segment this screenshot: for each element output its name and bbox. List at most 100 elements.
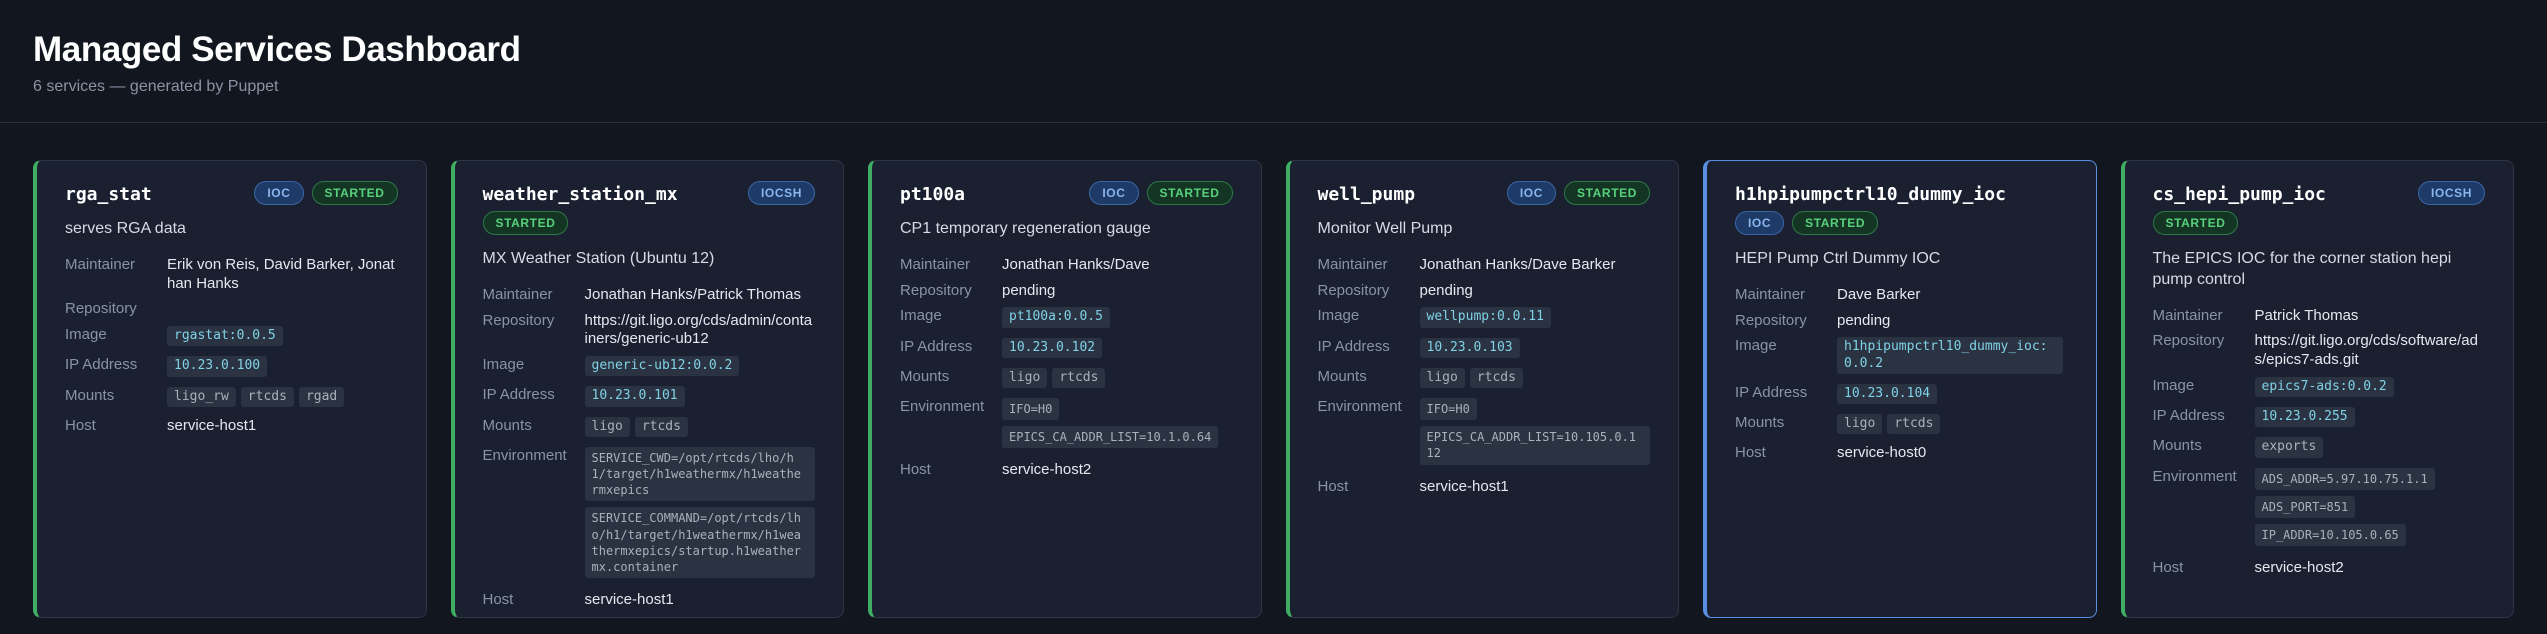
mounts-label: Mounts	[1317, 367, 1367, 385]
image-label: Image	[65, 326, 107, 344]
mount-chip: ligo_rw	[167, 386, 236, 407]
mounts-value: ligo rtcds	[1002, 367, 1233, 391]
host-row: Host service-host2	[900, 461, 1233, 480]
host-row: Host service-host0	[1735, 444, 2068, 463]
host-label: Host	[1317, 477, 1349, 495]
ip-label: IP Address	[2152, 407, 2225, 425]
ip-row: IP Address 10.23.0.255	[2153, 407, 2486, 430]
repository-link[interactable]: pending	[1420, 282, 1473, 299]
type-badge: IOC	[1735, 211, 1785, 235]
mounts-label: Mounts	[482, 416, 532, 434]
repository-link[interactable]: https://git.ligo.org/cds/software/ads/ep…	[2255, 332, 2478, 368]
service-description: HEPI Pump Ctrl Dummy IOC	[1735, 250, 1941, 267]
page-subtitle: 6 services — generated by Puppet	[33, 78, 279, 95]
maintainer-value: Patrick Thomas	[2255, 307, 2486, 326]
env-chip: EPICS_CA_ADDR_LIST=10.105.0.112	[1419, 426, 1650, 465]
ip-value: 10.23.0.104	[1837, 383, 2068, 407]
mounts-value: ligo rtcds	[584, 416, 816, 440]
image-value: h1hpipumpctrl10_dummy_ioc:0.0.2	[1837, 337, 2068, 377]
service-grid: rga_stat IOC STARTED serves RGA data Main…	[0, 123, 2547, 618]
image-chip: h1hpipumpctrl10_dummy_ioc:0.0.2	[1837, 337, 2063, 374]
mounts-row: Mounts ligo rtcds	[1735, 414, 2068, 437]
maintainer-value: Jonathan Hanks/Dave	[1002, 256, 1233, 275]
page-header: Managed Services Dashboard 6 services — …	[0, 0, 2547, 96]
repository-label: Repository	[900, 281, 972, 299]
service-description: serves RGA data	[65, 220, 186, 237]
mounts-value: ligo rtcds	[1419, 367, 1651, 391]
host-value: service-host1	[167, 417, 398, 436]
service-name: pt100a	[900, 184, 966, 205]
image-label: Image	[2152, 376, 2195, 394]
env-chip: EPICS_CA_ADDR_LIST=10.1.0.64	[1002, 426, 1219, 449]
environment-label: Environment	[482, 446, 567, 464]
mount-chip: rtcds	[1052, 367, 1106, 389]
image-row: Image generic-ub12:0.0.2	[483, 356, 816, 379]
image-value: pt100a:0.0.5	[1002, 307, 1233, 330]
image-row: Image rgastat:0.0.5	[65, 326, 398, 349]
maintainer-label: Maintainer	[1735, 285, 1806, 303]
image-label: Image	[1317, 307, 1360, 325]
image-chip: generic-ub12:0.0.2	[584, 356, 740, 377]
environment-label: Environment	[900, 398, 985, 416]
repository-label: Repository	[482, 311, 555, 329]
env-chip: ADS_PORT=851	[2254, 495, 2356, 518]
mount-chip: ligo	[1837, 414, 1883, 435]
maintainer-row: Maintainer Patrick Thomas	[2153, 307, 2486, 326]
host-label: Host	[1735, 444, 1766, 462]
service-description: The EPICS IOC for the corner station hep…	[2152, 250, 2452, 288]
ip-chip: 10.23.0.255	[2254, 407, 2355, 428]
host-row: Host service-host1	[483, 591, 816, 610]
ip-chip: 10.23.0.104	[1837, 383, 1938, 405]
ip-label: IP Address	[1317, 337, 1390, 355]
repository-label: Repository	[2152, 332, 2225, 350]
repository-row: Repository pending	[1735, 312, 2068, 331]
host-value: service-host2	[2255, 559, 2486, 578]
ip-chip: 10.23.0.100	[167, 356, 268, 377]
maintainer-text: Patrick Thomas	[2254, 306, 2359, 324]
ip-value: 10.23.0.100	[167, 356, 398, 379]
ip-value: 10.23.0.255	[2254, 407, 2486, 430]
mount-chip: rtcds	[1469, 367, 1523, 389]
repository-link[interactable]: https://git.ligo.org/cds/admin/container…	[585, 312, 813, 348]
mounts-value: exports	[2254, 437, 2486, 460]
repository-link[interactable]: pending	[1837, 312, 1890, 329]
environment-value: IFO=H0 EPICS_CA_ADDR_LIST=10.1.0.64	[1002, 398, 1233, 454]
maintainer-text: Jonathan Hanks/Patrick Thomas	[584, 285, 802, 303]
mounts-row: Mounts ligo rtcds	[900, 367, 1233, 391]
environment-value: ADS_ADDR=5.97.10.75.1.1 ADS_PORT=851 IP_AD…	[2254, 467, 2486, 553]
image-label: Image	[1735, 337, 1777, 355]
ip-label: IP Address	[900, 337, 973, 355]
service-card[interactable]: rga_stat IOC STARTED serves RGA data Main…	[33, 160, 427, 618]
repository-link[interactable]: pending	[1002, 282, 1055, 299]
image-chip: pt100a:0.0.5	[1002, 307, 1110, 328]
service-fields: Maintainer Erik von Reis, David Barker, …	[65, 256, 398, 436]
mounts-label: Mounts	[2152, 437, 2202, 455]
service-card[interactable]: well_pump IOC STARTED Monitor Well Pump M…	[1285, 160, 1679, 618]
service-description: Monitor Well Pump	[1317, 220, 1453, 237]
service-card[interactable]: pt100a IOC STARTED CP1 temporary regenera…	[868, 160, 1262, 618]
host-text: service-host2	[1002, 461, 1092, 479]
environment-row: Environment IFO=H0 EPICS_CA_ADDR_LIST=10.…	[1318, 398, 1650, 471]
environment-value: SERVICE_CWD=/opt/rtcds/lho/h1/target/h1w…	[584, 446, 815, 584]
image-row: Image h1hpipumpctrl10_dummy_ioc:0.0.2	[1735, 337, 2068, 377]
service-card[interactable]: weather_station_mx IOCSH STARTED MX Weath…	[450, 160, 844, 618]
environment-value: IFO=H0 EPICS_CA_ADDR_LIST=10.105.0.112	[1419, 398, 1650, 471]
image-label: Image	[482, 356, 525, 374]
image-value: epics7-ads:0.0.2	[2254, 376, 2486, 400]
service-card[interactable]: h1hpipumpctrl10_dummy_ioc IOC STARTED HEPI…	[1703, 160, 2097, 618]
type-badge: IOCSH	[747, 181, 815, 205]
repository-value: https://git.ligo.org/cds/software/ads/ep…	[2255, 332, 2486, 370]
maintainer-row: Maintainer Jonathan Hanks/Patrick Thomas	[483, 286, 816, 305]
ip-chip: 10.23.0.103	[1419, 337, 1520, 358]
status-badge: STARTED	[1564, 181, 1650, 205]
repository-value: pending	[1420, 282, 1651, 301]
mount-chip: rgad	[298, 386, 345, 407]
host-row: Host service-host1	[1318, 478, 1651, 497]
ip-row: IP Address 10.23.0.102	[900, 337, 1233, 361]
ip-label: IP Address	[1735, 383, 1808, 401]
host-value: service-host1	[1420, 478, 1651, 497]
service-card[interactable]: cs_hepi_pump_ioc IOCSH STARTED The EPICS …	[2120, 160, 2514, 618]
mounts-value: ligo rtcds	[1837, 414, 2068, 437]
type-badge: IOC	[1506, 181, 1557, 205]
env-chip: ADS_ADDR=5.97.10.75.1.1	[2254, 467, 2435, 490]
